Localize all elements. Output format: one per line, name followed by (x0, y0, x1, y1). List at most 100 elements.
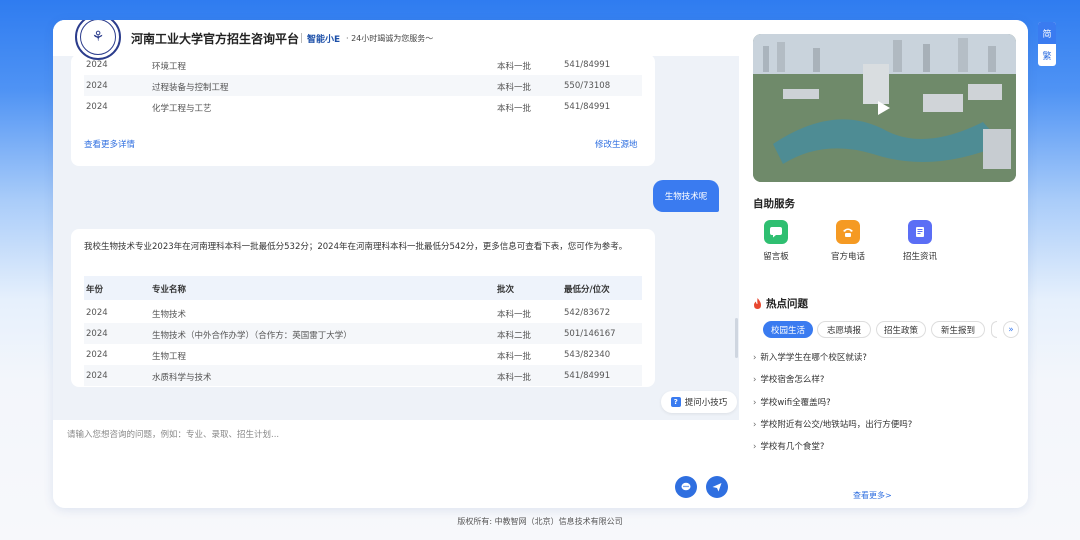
cell-batch: 本科一批 (497, 373, 532, 383)
bot-message-admission-table: 2024 环境工程 本科一批 541/84991 2024 过程装备与控制工程 … (71, 54, 655, 166)
cell-score: 543/82340 (564, 350, 611, 360)
cell-score: 541/84991 (564, 371, 611, 381)
cell-score: 501/146167 (564, 329, 616, 339)
question-tips-button[interactable]: ? 提问小技巧 (661, 391, 737, 413)
table-row: 2024 化学工程与工艺 本科一批 541/84991 (84, 96, 642, 117)
chevron-right-icon: › (753, 442, 757, 452)
table-row: 2024 环境工程 本科一批 541/84991 (84, 54, 642, 75)
column-header-score: 最低分/位次 (564, 285, 610, 295)
lang-traditional-button[interactable]: 繁 (1038, 44, 1056, 66)
view-more-link[interactable]: 查看更多> (853, 490, 892, 501)
table-header-row: 年份 专业名称 批次 最低分/位次 (84, 276, 642, 300)
tab-application[interactable]: 志愿填报 (817, 321, 871, 338)
cell-year: 2024 (86, 350, 108, 360)
cell-year: 2024 (86, 308, 108, 318)
lang-simplified-button[interactable]: 简 (1038, 22, 1056, 44)
news-icon (908, 220, 932, 244)
tab-overflow (991, 321, 997, 338)
service-admission-news[interactable]: 招生资讯 (895, 220, 945, 262)
cell-batch: 本科一批 (497, 310, 532, 320)
bot-slogan: · 24小时竭诚为您服务～ (346, 34, 434, 43)
bot-message-text: 我校生物技术专业2023年在河南理科本科一批最低分532分；2024年在河南理科… (84, 242, 628, 252)
hot-questions-label: 热点问题 (766, 298, 808, 310)
question-text: 新入学学生在哪个校区就读? (760, 353, 867, 363)
language-switch: 简 繁 (1038, 22, 1056, 66)
cell-score: 541/84991 (564, 102, 611, 112)
cell-batch: 本科二批 (497, 331, 532, 341)
chat-panel: 2024 环境工程 本科一批 541/84991 2024 过程装备与控制工程 … (53, 20, 739, 508)
campus-video[interactable] (753, 34, 1016, 182)
table-row: 2024 生物技术（中外合作办学）（合作方：英国雷丁大学） 本科二批 501/1… (84, 323, 642, 344)
play-icon[interactable] (873, 98, 893, 118)
cell-batch: 本科一批 (497, 62, 532, 72)
service-official-phone[interactable]: 官方电话 (823, 220, 873, 262)
service-label: 留言板 (763, 252, 789, 262)
fire-icon (754, 298, 761, 309)
change-region-link[interactable]: 修改生源地 (595, 138, 638, 150)
cell-score: 542/83672 (564, 308, 611, 318)
chevron-right-icon: › (753, 375, 757, 385)
hot-questions-title: 热点问题 (753, 296, 808, 311)
chat-bubble-button[interactable] (675, 476, 697, 498)
cell-batch: 本科一批 (497, 83, 532, 93)
cell-major: 生物工程 (152, 352, 187, 362)
send-button[interactable] (706, 476, 728, 498)
hot-question-item[interactable]: › 学校附近有公交/地铁站吗，出行方便吗? (753, 418, 912, 430)
cell-year: 2024 (86, 60, 108, 70)
view-more-details-link[interactable]: 查看更多详情 (84, 138, 135, 150)
chevron-right-icon: › (753, 353, 757, 363)
cell-score: 541/84991 (564, 60, 611, 70)
column-header-batch: 批次 (497, 285, 515, 295)
cell-year: 2024 (86, 329, 108, 339)
hot-question-tabs: 校园生活 志愿填报 招生政策 新生报到 » (753, 321, 1021, 341)
cell-year: 2024 (86, 102, 108, 112)
bot-name: 智能小E (307, 35, 341, 45)
chat-scrollbar[interactable] (735, 318, 738, 358)
footer-copyright: 版权所有: 中教智网（北京）信息技术有限公司 (457, 517, 623, 526)
help-icon: ? (670, 397, 681, 407)
service-label: 招生资讯 (902, 252, 937, 262)
send-icon (712, 483, 722, 492)
cell-score: 550/73108 (564, 81, 611, 91)
cell-batch: 本科一批 (497, 352, 532, 362)
bot-message-biotech: 我校生物技术专业2023年在河南理科本科一批最低分532分；2024年在河南理科… (71, 229, 655, 387)
cell-major: 环境工程 (152, 62, 187, 72)
main-card: 2024 环境工程 本科一批 541/84991 2024 过程装备与控制工程 … (53, 20, 1028, 508)
message-input[interactable] (67, 428, 667, 468)
chevron-right-icon: › (753, 420, 757, 430)
hot-question-item[interactable]: › 学校有几个食堂? (753, 440, 824, 452)
chat-header: ⚘ 河南工业大学官方招生咨询平台 智能小E · 24小时竭诚为您服务～ (53, 20, 739, 60)
user-message-bubble: 生物技术呢 (653, 180, 719, 212)
hot-question-item[interactable]: › 新入学学生在哪个校区就读? (753, 351, 867, 363)
message-input-area (53, 420, 739, 508)
cell-major: 水质科学与技术 (152, 373, 212, 383)
question-text: 学校wifi全覆盖吗? (760, 398, 831, 408)
cell-major: 化学工程与工艺 (152, 104, 212, 114)
cell-major: 生物技术（中外合作办学）（合作方：英国雷丁大学） (152, 331, 352, 341)
message-board-icon (764, 220, 788, 244)
self-service-title: 自助服务 (753, 198, 795, 210)
site-title: 河南工业大学官方招生咨询平台 (131, 32, 300, 46)
divider (301, 33, 302, 43)
table-row: 2024 生物工程 本科一批 543/82340 (84, 344, 642, 365)
hot-question-item[interactable]: › 学校宿舍怎么样? (753, 373, 824, 385)
tab-freshman-registration[interactable]: 新生报到 (931, 321, 985, 338)
tabs-next-icon[interactable]: » (1003, 321, 1019, 338)
chat-icon (681, 482, 691, 491)
tab-admission-policy[interactable]: 招生政策 (876, 321, 926, 338)
phone-icon (836, 220, 860, 244)
hot-question-item[interactable]: › 学校wifi全覆盖吗? (753, 396, 831, 408)
logo-emblem-icon: ⚘ (80, 20, 116, 55)
question-text: 学校附近有公交/地铁站吗，出行方便吗? (760, 420, 913, 430)
service-message-board[interactable]: 留言板 (751, 220, 801, 262)
side-panel: 自助服务 留言板 官方电话 招生资讯 热点问题 校园生活 志愿填报 招生政策 新… (739, 20, 1028, 508)
cell-year: 2024 (86, 81, 108, 91)
service-label: 官方电话 (830, 252, 865, 262)
column-header-major: 专业名称 (152, 285, 187, 295)
question-tips-label: 提问小技巧 (684, 398, 728, 408)
table-row: 2024 水质科学与技术 本科一批 541/84991 (84, 365, 642, 386)
university-logo: ⚘ (75, 20, 121, 60)
cell-year: 2024 (86, 371, 108, 381)
table-row: 2024 生物技术 本科一批 542/83672 (84, 302, 642, 323)
tab-campus-life[interactable]: 校园生活 (763, 321, 813, 338)
